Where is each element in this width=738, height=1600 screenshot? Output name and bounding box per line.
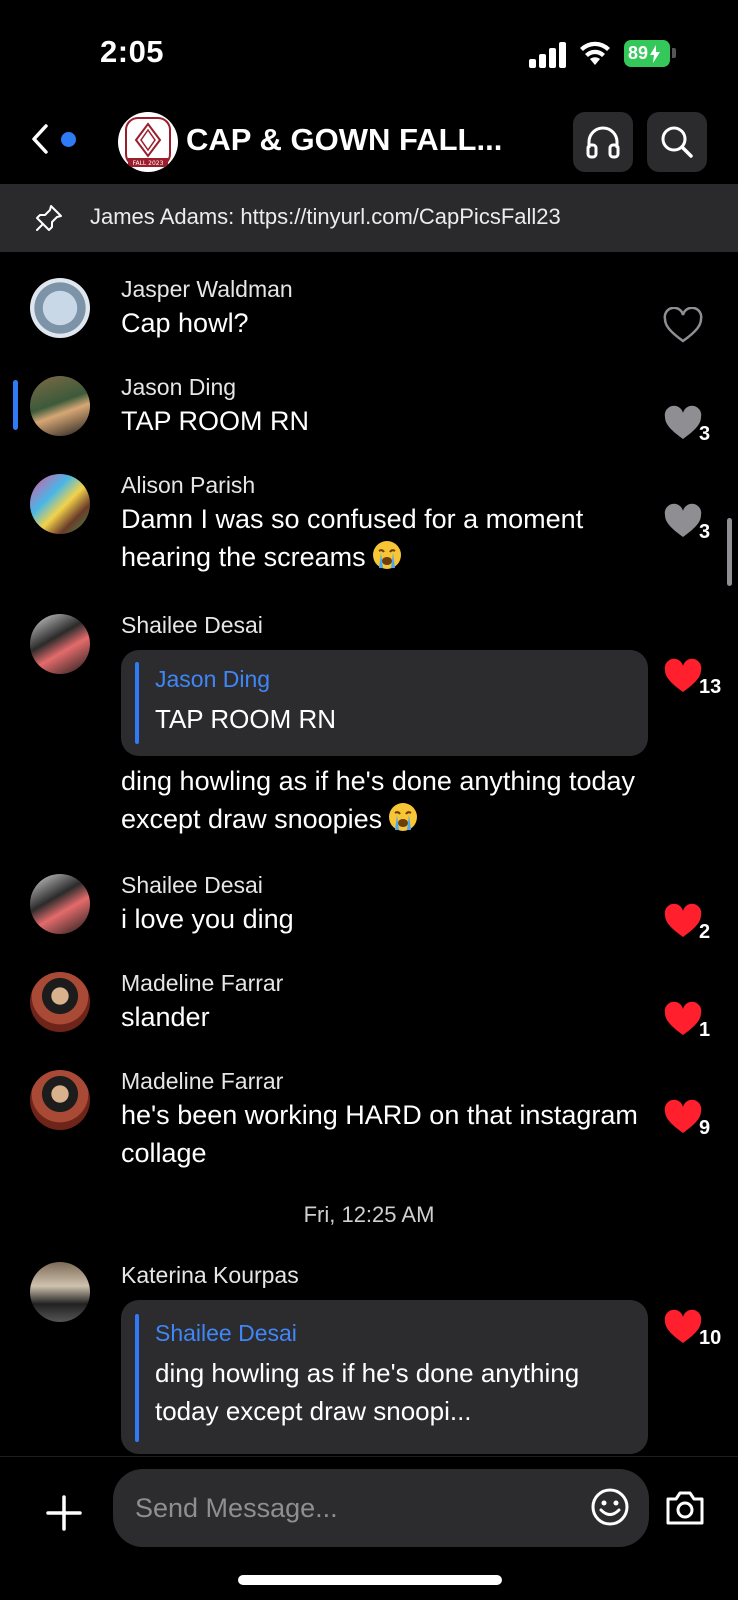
like-count: 2 (699, 921, 711, 943)
like-button[interactable]: 1 (663, 1001, 733, 1045)
avatar-madeline-farrar[interactable] (30, 1070, 90, 1130)
status-bar: 2:05 89 (0, 0, 738, 104)
heart-filled-icon (664, 1309, 702, 1343)
avatar-madeline-farrar[interactable] (30, 972, 90, 1032)
like-button[interactable]: 10 (663, 1309, 738, 1353)
search-icon (661, 126, 693, 158)
group-title[interactable]: CAP & GOWN FALL... (186, 122, 502, 158)
like-button[interactable]: 2 (663, 903, 733, 947)
like-button[interactable] (663, 307, 733, 351)
chat-header: FALL 2023 CAP & GOWN FALL... (0, 104, 738, 182)
heart-filled-icon (664, 658, 702, 692)
battery-icon: 89 (624, 40, 670, 67)
message-sender: Katerina Kourpas (121, 1262, 299, 1288)
message-composer (0, 1456, 738, 1600)
message-sender: Shailee Desai (121, 612, 263, 638)
message-text: he's been working HARD on that instagram… (121, 1100, 638, 1168)
add-attachment-icon[interactable] (44, 1493, 84, 1533)
message-text: slander (121, 1002, 210, 1032)
active-message-indicator (13, 380, 18, 430)
quoted-reply[interactable]: Shailee Desai ding howling as if he's do… (121, 1300, 648, 1454)
heart-filled-icon (664, 503, 702, 537)
emoji-picker-icon[interactable] (590, 1487, 630, 1527)
like-button[interactable]: 13 (663, 658, 738, 702)
group-logo-text: FALL 2023 (133, 160, 164, 167)
like-button[interactable]: 3 (663, 405, 733, 449)
quoted-reply[interactable]: Jason Ding TAP ROOM RN (121, 650, 648, 756)
heart-filled-icon (664, 903, 702, 937)
avatar-jason-ding[interactable] (30, 376, 90, 436)
message-text: i love you ding (121, 904, 294, 934)
message-sender: Madeline Farrar (121, 1068, 284, 1094)
avatar-katerina-kourpas[interactable] (30, 1262, 90, 1322)
like-count: 3 (699, 521, 711, 543)
voice-chat-button[interactable] (573, 112, 633, 172)
back-chevron-icon[interactable] (26, 118, 56, 160)
message-sender: Alison Parish (121, 472, 256, 498)
message-sender: Jasper Waldman (121, 276, 293, 302)
date-separator: Fri, 12:25 AM (303, 1202, 435, 1227)
message-sender: Shailee Desai (121, 872, 263, 898)
like-count: 3 (699, 423, 711, 445)
heart-filled-icon (664, 1001, 702, 1035)
avatar-shailee-desai[interactable] (30, 614, 90, 674)
crying-emoji-icon (389, 803, 418, 831)
battery-tip (672, 48, 676, 58)
message-text-body: Damn I was so confused for a moment hear… (121, 504, 584, 572)
heart-filled-icon (664, 1099, 702, 1133)
reply-accent-bar (135, 1314, 139, 1442)
status-time: 2:05 (100, 34, 165, 69)
home-indicator (238, 1575, 502, 1585)
message-text-body: ding howling as if he's done anything to… (121, 766, 636, 834)
like-button[interactable]: 9 (663, 1099, 733, 1143)
heart-filled-icon (664, 405, 702, 439)
heart-outline-icon (663, 307, 703, 343)
reply-text: ding howling as if he's done anything to… (155, 1358, 580, 1426)
battery-level: 89 (628, 43, 649, 63)
like-count: 1 (699, 1019, 711, 1041)
avatar-jasper-waldman[interactable] (30, 278, 90, 338)
message-text: Damn I was so confused for a moment hear… (121, 500, 641, 576)
camera-icon[interactable] (664, 1489, 706, 1527)
message-sender: Jason Ding (121, 374, 237, 400)
message-text: ding howling as if he's done anything to… (121, 762, 641, 838)
reply-accent-bar (135, 662, 139, 744)
reply-sender: Jason Ding (155, 666, 271, 692)
pin-icon (36, 205, 62, 231)
pinned-message-text: James Adams: https://tinyurl.com/CapPics… (90, 204, 561, 229)
pinned-message-banner[interactable]: James Adams: https://tinyurl.com/CapPics… (0, 184, 738, 252)
avatar-shailee-desai[interactable] (30, 874, 90, 934)
crying-emoji-icon (372, 541, 401, 569)
like-button[interactable]: 3 (663, 503, 733, 547)
group-avatar[interactable]: FALL 2023 (118, 112, 178, 172)
group-logo-icon: FALL 2023 (125, 117, 171, 167)
cellular-signal-icon (529, 42, 567, 68)
like-count: 10 (699, 1327, 722, 1349)
reply-sender: Shailee Desai (155, 1320, 297, 1346)
avatar-alison-parish[interactable] (30, 474, 90, 534)
headphones-icon (586, 126, 620, 159)
like-count: 13 (699, 676, 722, 698)
wifi-icon (580, 41, 610, 65)
message-sender: Madeline Farrar (121, 970, 284, 996)
message-text: TAP ROOM RN (121, 406, 310, 436)
message-text: Cap howl? (121, 308, 249, 338)
search-button[interactable] (647, 112, 707, 172)
unread-indicator (61, 132, 76, 147)
message-input[interactable] (113, 1469, 649, 1547)
reply-text: TAP ROOM RN (155, 704, 337, 734)
like-count: 9 (699, 1117, 711, 1139)
